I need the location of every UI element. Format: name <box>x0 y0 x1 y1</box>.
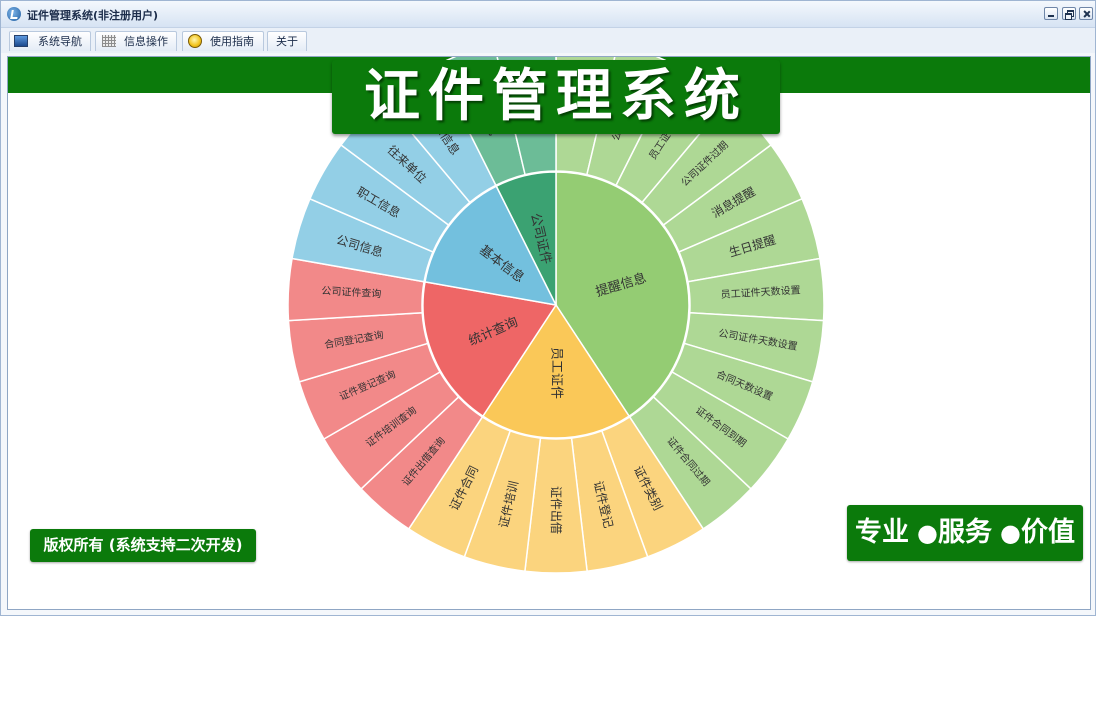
tab-about[interactable]: 关于 <box>267 31 307 51</box>
system-title-banner: 证件管理系统 <box>332 60 780 134</box>
title-bar[interactable]: 证件管理系统(非注册用户) <box>1 1 1095 28</box>
slogan-item: 价值 <box>1020 517 1075 548</box>
minimize-button[interactable] <box>1044 7 1058 20</box>
close-button[interactable] <box>1079 7 1093 20</box>
app-window: 证件管理系统(非注册用户) 系统导航 信息操作 使用指南 关于 提醒信息员工证件… <box>0 0 1096 616</box>
menu-tab-bar: 系统导航 信息操作 使用指南 关于 <box>1 28 1095 53</box>
sunburst-inner-label[interactable]: 员工证件 <box>549 347 564 399</box>
tab-info-operation[interactable]: 信息操作 <box>95 31 177 51</box>
window-title: 证件管理系统(非注册用户) <box>27 9 159 22</box>
lightbulb-icon <box>188 34 202 48</box>
tab-label: 使用指南 <box>210 35 254 48</box>
slogan-badge: 专业 ●服务 ●价值 <box>847 505 1083 561</box>
grid-icon <box>102 35 116 47</box>
slogan-item: 服务 <box>938 517 992 548</box>
app-logo-icon <box>7 7 21 21</box>
main-panel: 提醒信息员工证件到期公司证件到期员工证件过期公司证件过期消息提醒生日提醒员工证件… <box>7 56 1091 610</box>
copyright-badge: 版权所有 (系统支持二次开发) <box>30 529 256 562</box>
tab-system-navigation[interactable]: 系统导航 <box>9 31 91 51</box>
sunburst-outer-label[interactable]: 证件出借 <box>549 486 563 534</box>
tab-label: 系统导航 <box>38 35 82 48</box>
tab-label: 关于 <box>276 35 298 48</box>
tab-user-guide[interactable]: 使用指南 <box>182 31 264 51</box>
tab-label: 信息操作 <box>124 35 168 48</box>
slogan-item: 专业 <box>855 517 910 548</box>
monitor-icon <box>14 35 28 47</box>
restore-button[interactable] <box>1062 7 1076 20</box>
